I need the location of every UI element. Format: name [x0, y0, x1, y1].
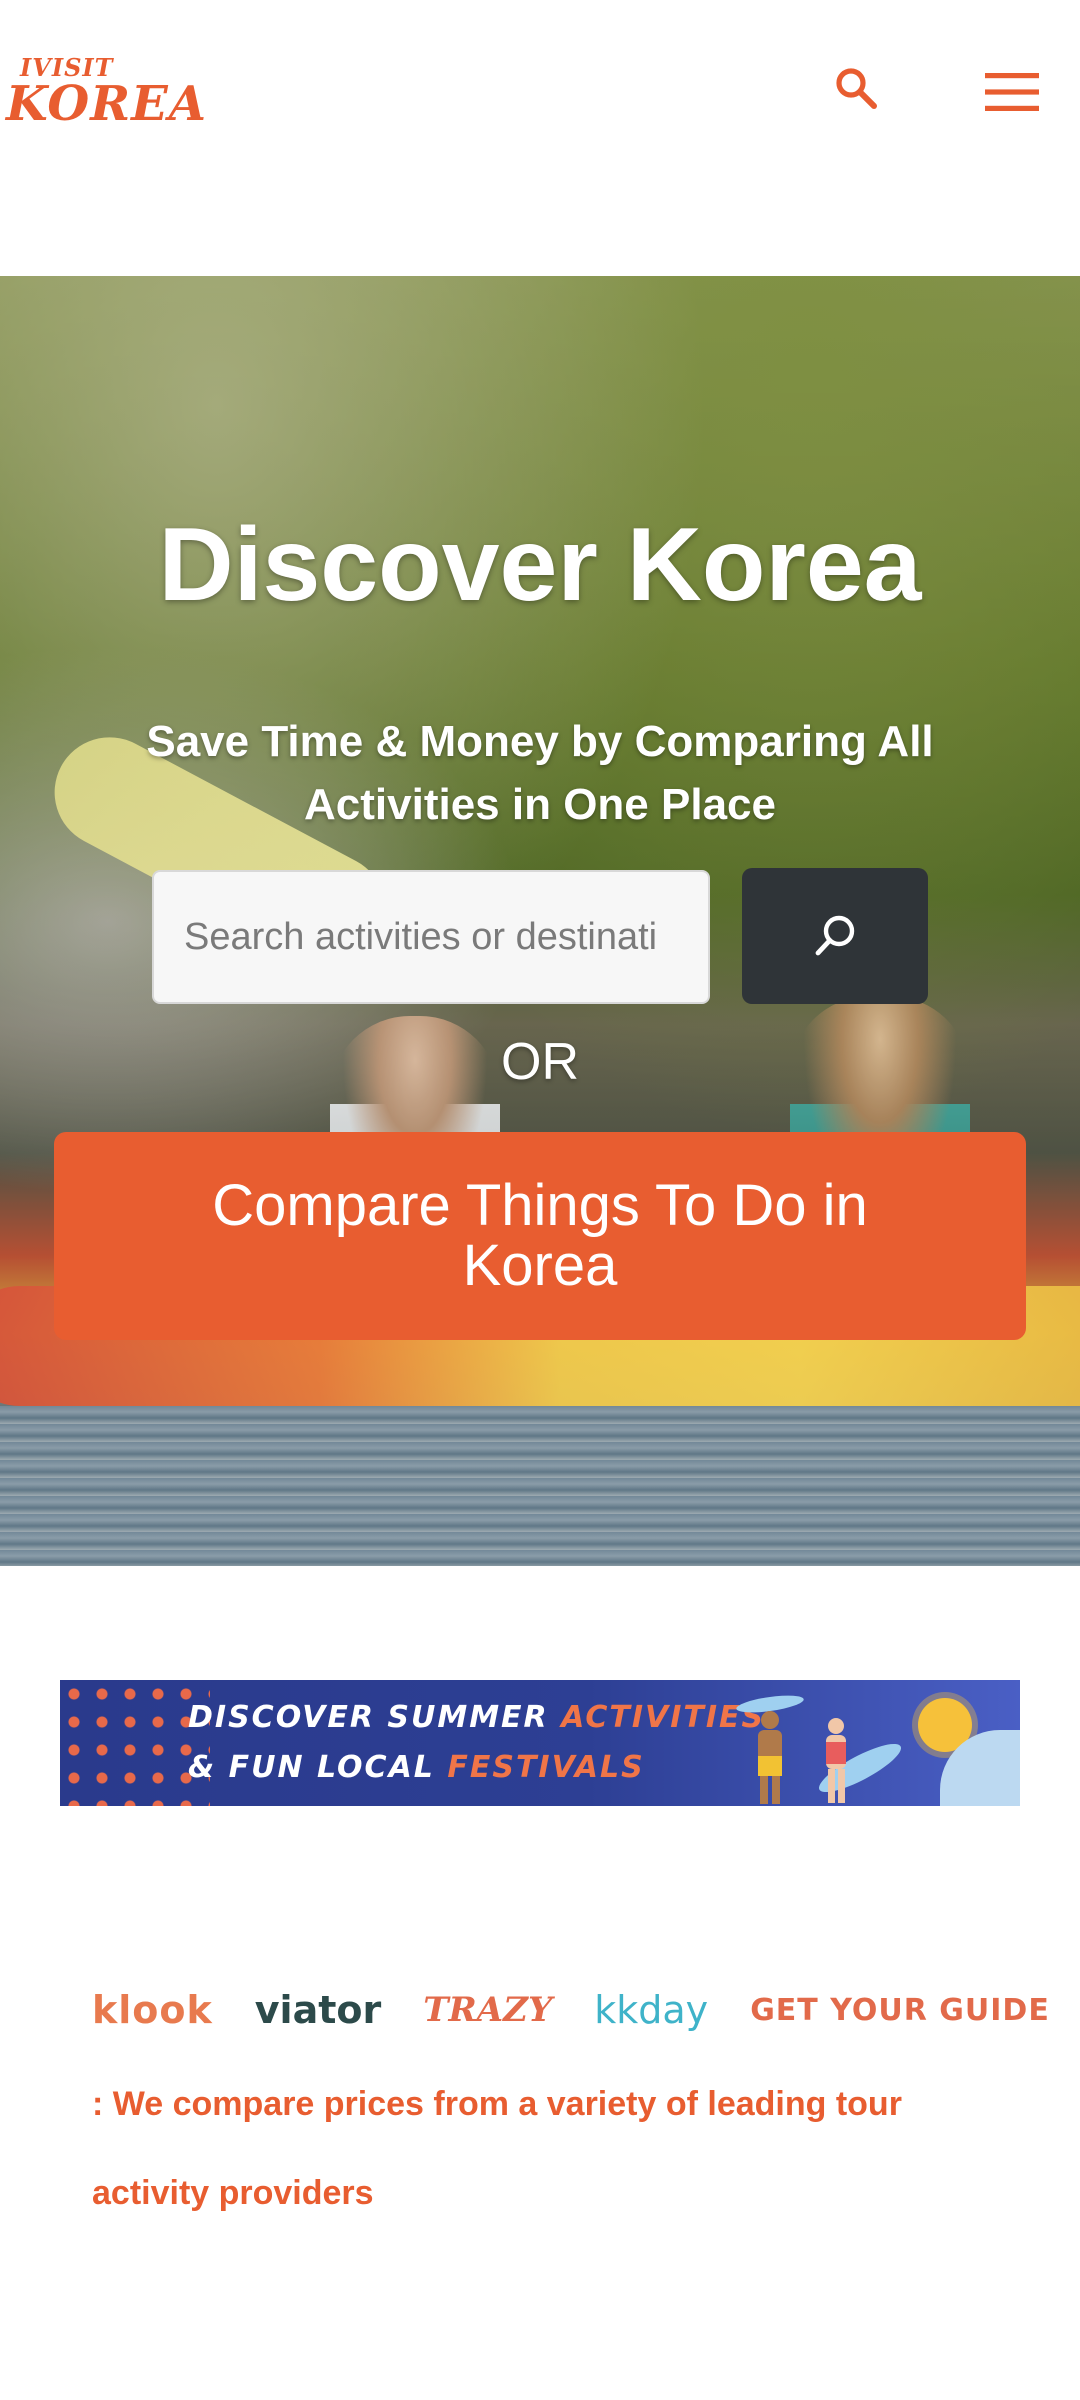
menu-icon: [985, 73, 1039, 111]
compare-things-to-do-button[interactable]: Compare Things To Do in Korea: [54, 1132, 1026, 1340]
banner-line-2-prefix: & FUN LOCAL: [188, 1750, 448, 1785]
provider-logo-viator: viator: [254, 1988, 382, 2032]
site-header: IVISIT KOREA: [0, 0, 1080, 190]
summer-activities-banner[interactable]: DISCOVER SUMMER ACTIVITIES & FUN LOCAL F…: [60, 1680, 1020, 1806]
hero-subtitle: Save Time & Money by Comparing All Activ…: [146, 717, 934, 829]
site-logo[interactable]: IVISIT KOREA: [6, 52, 206, 132]
banner-dots-decoration: [60, 1680, 210, 1806]
banner-line-2-accent: FESTIVALS: [447, 1750, 645, 1785]
or-divider-text: OR: [501, 1033, 579, 1091]
header-menu-button[interactable]: [980, 62, 1044, 122]
hero-background-water: [0, 1406, 1080, 1566]
banner-line-1: DISCOVER SUMMER ACTIVITIES: [188, 1700, 765, 1735]
search-icon: [836, 68, 877, 109]
header-search-button[interactable]: [826, 58, 886, 118]
banner-line-1-prefix: DISCOVER SUMMER: [188, 1700, 562, 1735]
provider-logo-klook: klook: [92, 1988, 213, 2032]
provider-logo-trazy: TRAZY: [423, 1990, 553, 2030]
surfers-illustration-icon: [736, 1695, 902, 1804]
providers-description: : We compare prices from a variety of le…: [92, 2085, 902, 2212]
hero-section: Discover Korea Save Time & Money by Comp…: [0, 276, 1080, 1566]
logo-bottom-text: KOREA: [6, 76, 207, 132]
hero-title: Discover Korea: [158, 507, 922, 623]
provider-logo-getyourguide: GET YOUR GUIDE: [750, 1992, 1050, 2028]
search-icon: [815, 915, 855, 956]
activity-search-submit-button[interactable]: [742, 868, 928, 1004]
banner-line-2: & FUN LOCAL FESTIVALS: [188, 1750, 645, 1785]
provider-logo-kkday: kkday: [594, 1988, 709, 2032]
activity-search-input[interactable]: [152, 870, 710, 1004]
provider-logos: klook viator TRAZY kkday GET YOUR GUIDE: [92, 1980, 1049, 2040]
